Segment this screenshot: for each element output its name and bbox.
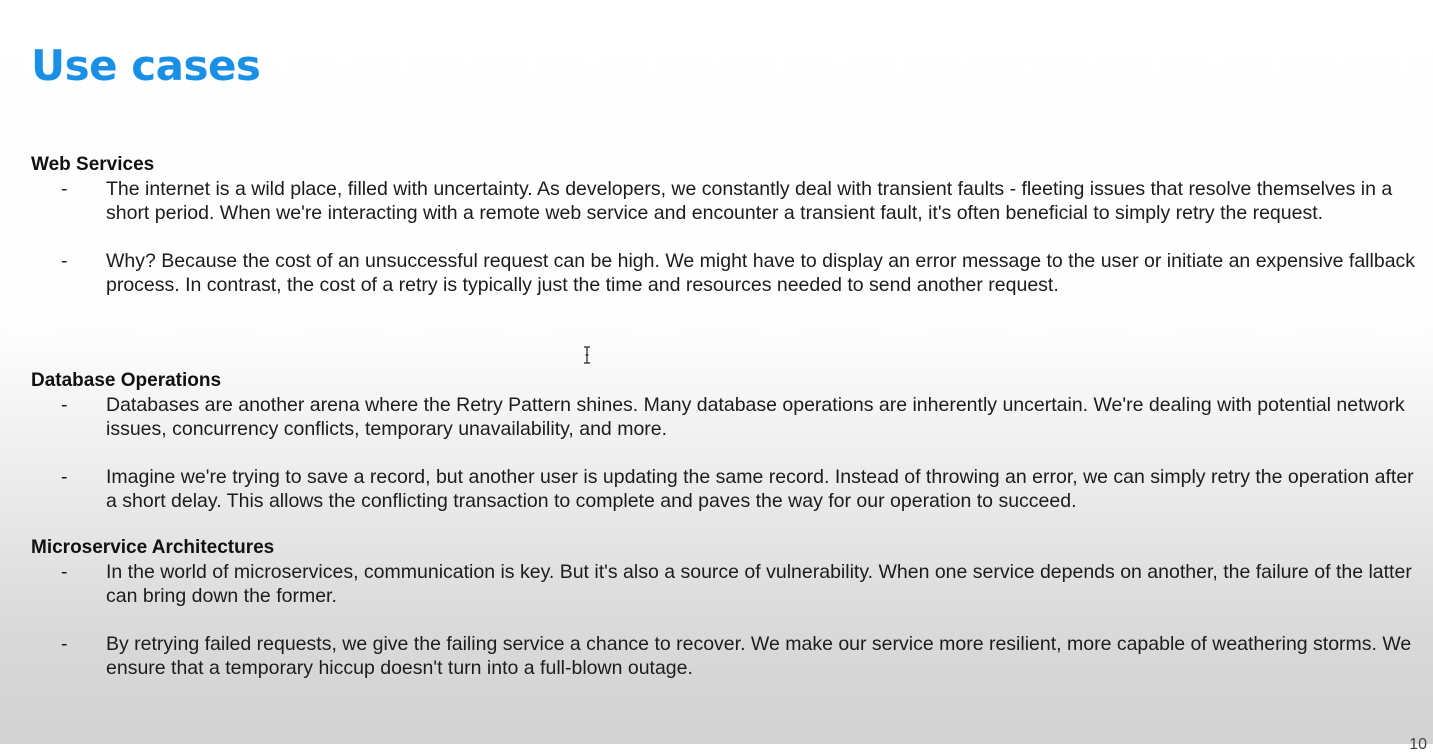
bullet-dash: - bbox=[61, 466, 68, 488]
bullet-text: Imagine we're trying to save a record, b… bbox=[106, 466, 1414, 512]
bullet-text: In the world of microservices, communica… bbox=[106, 561, 1412, 607]
text-cursor-icon bbox=[584, 346, 590, 364]
bullet-item: - Why? Because the cost of an unsuccessf… bbox=[31, 249, 1416, 297]
section-microservice-architectures: Microservice Architectures - In the worl… bbox=[31, 536, 1416, 680]
bullet-dash: - bbox=[61, 178, 68, 200]
bullet-dash: - bbox=[61, 394, 68, 416]
bullet-item: - By retrying failed requests, we give t… bbox=[31, 632, 1416, 680]
bullet-text: By retrying failed requests, we give the… bbox=[106, 633, 1412, 679]
bullet-text: Why? Because the cost of an unsuccessful… bbox=[106, 250, 1416, 296]
section-web-services: Web Services - The internet is a wild pl… bbox=[31, 153, 1416, 297]
bullet-dash: - bbox=[61, 633, 68, 655]
page-number: 10 bbox=[1409, 736, 1427, 753]
slide-title: Use cases bbox=[31, 41, 261, 90]
bullet-text: The internet is a wild place, filled wit… bbox=[106, 178, 1393, 224]
bullet-item: - Databases are another arena where the … bbox=[31, 393, 1416, 441]
section-database-operations: Database Operations - Databases are anot… bbox=[31, 369, 1416, 513]
bullet-text: Databases are another arena where the Re… bbox=[106, 394, 1405, 440]
bullet-dash: - bbox=[61, 561, 68, 583]
bullet-item: - Imagine we're trying to save a record,… bbox=[31, 465, 1416, 513]
bullet-item: - In the world of microservices, communi… bbox=[31, 560, 1416, 608]
bullet-dash: - bbox=[61, 250, 68, 272]
section-heading: Database Operations bbox=[31, 370, 222, 391]
section-heading: Web Services bbox=[31, 154, 155, 175]
bullet-item: - The internet is a wild place, filled w… bbox=[31, 177, 1416, 225]
section-heading: Microservice Architectures bbox=[31, 537, 275, 558]
